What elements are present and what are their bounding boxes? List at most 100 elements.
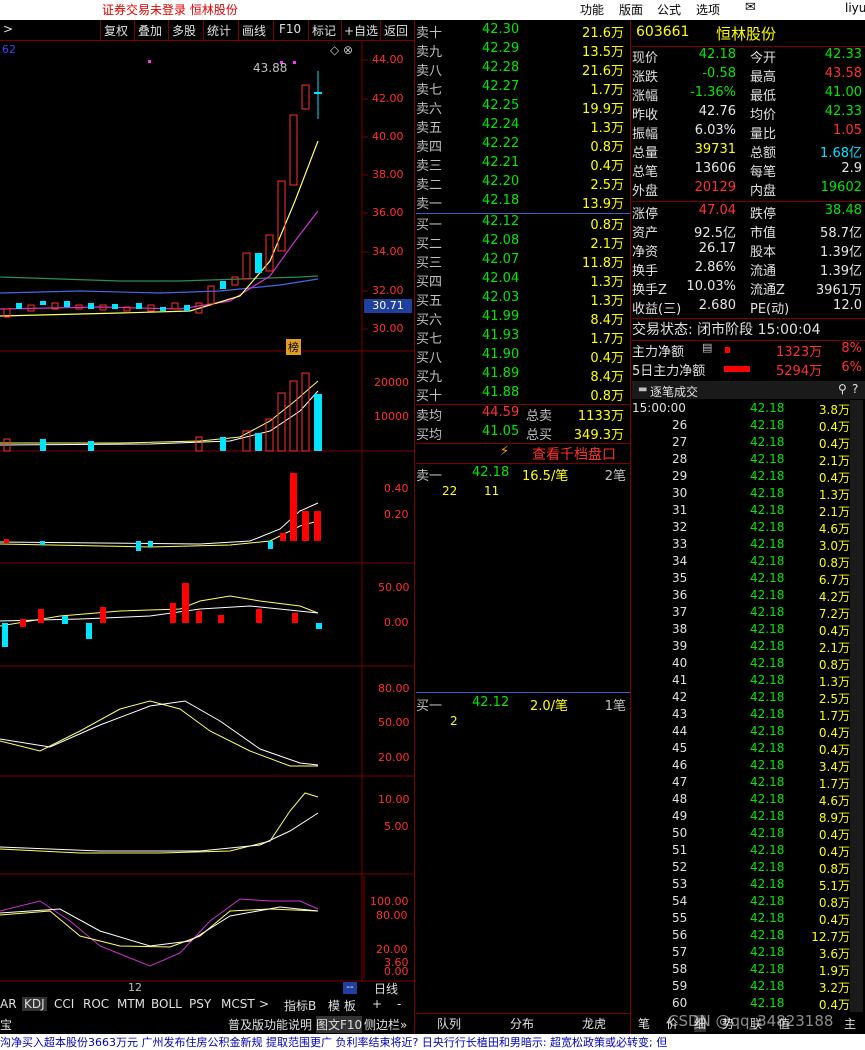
tab-distribution[interactable]: 分布 [510, 1015, 534, 1032]
quote-value: 3961万 [815, 283, 862, 298]
buy-row: 买三 42.07 11.8万 [416, 252, 624, 271]
tab-trades[interactable]: 笔 [638, 1015, 650, 1032]
toolbar-add-watchlist-button[interactable]: +自选 [344, 22, 378, 39]
tab-indicator-b[interactable]: 指标B [284, 997, 316, 1014]
period-daily-button[interactable]: 日线 [374, 980, 398, 997]
tab-kdj[interactable]: KDJ [22, 997, 47, 1011]
sell1-detail-row: 卖一 42.18 16.5/笔 2笔 [416, 465, 626, 484]
quote-value: 1.39亿 [820, 264, 862, 279]
menu-layout[interactable]: 版面 [619, 1, 643, 18]
tick-volume: 7.2万 [818, 607, 850, 621]
add-pane-button[interactable]: + [372, 997, 382, 1011]
tick-row: 36 42.18 4.2万 [632, 588, 864, 605]
quote-row: 净资 26.17 股本 1.39亿 [632, 241, 864, 260]
menu-formula[interactable]: 公式 [657, 1, 681, 18]
tick-row: 37 42.18 7.2万 [632, 605, 864, 622]
chart-area[interactable]: 62 ◇ ⊗ 43.88 44.00 42.00 40.00 38.00 36.… [0, 41, 414, 996]
tab-mcst[interactable]: MCST [221, 997, 255, 1011]
quote-label: 振幅 [632, 127, 659, 142]
ind1-axis-label: 0.40 [384, 482, 409, 495]
tick-row: 38 42.18 0.4万 [632, 622, 864, 639]
tab-psy[interactable]: PSY [189, 997, 211, 1011]
tick-volume: 3.2万 [818, 981, 850, 995]
toolbar-mark-button[interactable]: 标记 [312, 22, 336, 39]
user-name[interactable]: liyu [845, 1, 865, 15]
tick-row: 29 42.18 0.4万 [632, 469, 864, 486]
rank-badge[interactable]: 榜 [286, 339, 301, 355]
menu-function[interactable]: 功能 [580, 1, 604, 18]
quote-value: 43.58 [824, 66, 862, 81]
quote-label: 净资 [632, 245, 659, 260]
tab-mtm[interactable]: MTM [117, 997, 145, 1011]
buy-row: 买十 41.88 0.8万 [416, 385, 624, 404]
tick-volume: 2.1万 [818, 641, 850, 655]
tick-row: 58 42.18 1.9万 [632, 962, 864, 979]
toolbar-expand-button[interactable]: > [3, 22, 13, 36]
depth-orderbook-link[interactable]: 查看千档盘口 [532, 444, 616, 464]
collapse-button[interactable]: -- [343, 982, 357, 994]
status-tab-bao[interactable]: 宝 [0, 1016, 12, 1033]
sell-row: 卖十 42.30 21.6万 [416, 22, 624, 41]
sell-row: 卖九 42.29 13.5万 [416, 41, 624, 60]
status-tab-sidebar[interactable]: 侧边栏» [364, 1016, 407, 1033]
tick-row: 46 42.18 3.4万 [632, 758, 864, 775]
news-ticker-text[interactable]: 沟净买入超本股份3663万元 广州发布住房公积金新规 提取范围更广 负利率结束将… [0, 1036, 667, 1049]
tick-time: 55 [672, 911, 688, 925]
menu-options[interactable]: 选项 [696, 1, 720, 18]
tick-time: 53 [672, 877, 688, 891]
toolbar-fuquan-button[interactable]: 复权 [104, 22, 128, 39]
tab-cci[interactable]: CCI [54, 997, 74, 1011]
tick-price: 42.18 [750, 962, 785, 976]
quote-label: 收益(三) [632, 302, 682, 317]
quote-label: 昨收 [632, 108, 659, 123]
tick-price: 42.18 [750, 503, 785, 517]
toolbar-overlay-button[interactable]: 叠加 [138, 22, 162, 39]
filter-icon[interactable]: ⚲ [838, 382, 847, 396]
ind2-axis-label: 0.00 [384, 616, 409, 629]
tick-price: 42.18 [750, 724, 785, 738]
toolbar-multistock-button[interactable]: 多股 [172, 22, 196, 39]
quote-row: 现价 42.18 今开 42.33 [632, 47, 864, 66]
news-ticker[interactable]: 沟净买入超本股份3663万元 广州发布住房公积金新规 提取范围更广 负利率结束将… [0, 1034, 865, 1050]
toolbar-draw-button[interactable]: 画线 [242, 22, 266, 39]
quote-label: 总额 [750, 146, 777, 161]
tab-queue[interactable]: 队列 [437, 1015, 461, 1032]
status-tab-f10[interactable]: 图文F10 [316, 1016, 363, 1033]
tick-time: 35 [672, 571, 688, 585]
help-icon[interactable]: ? [852, 382, 858, 396]
collapse-icon[interactable]: ▬ [638, 384, 647, 395]
price-axis-label: 38.00 [372, 168, 404, 181]
tick-row: 53 42.18 5.1万 [632, 877, 864, 894]
mail-icon[interactable]: ✉ [745, 0, 756, 15]
tick-time: 36 [672, 588, 688, 602]
tab-roc[interactable]: ROC [83, 997, 109, 1011]
chart-mini-icon[interactable]: ▤ [702, 341, 712, 354]
tab-template[interactable]: 模 板 [328, 997, 356, 1014]
tick-row: 51 42.18 0.4万 [632, 843, 864, 860]
buy1-orders: 2 [450, 714, 458, 728]
tick-price: 42.18 [750, 537, 785, 551]
tab-main[interactable]: 主 [844, 1015, 856, 1032]
ind1-axis-label: 0.20 [384, 508, 409, 521]
tab-more-arrow[interactable]: > [259, 997, 269, 1011]
quote-value: 10.03% [686, 279, 736, 294]
status-tabs: 宝 普及版功能说明 图文F10 侧边栏» [0, 1015, 414, 1033]
tick-time: 52 [672, 860, 688, 874]
tick-price: 42.18 [750, 486, 785, 500]
sell-row: 卖二 42.20 2.5万 [416, 174, 624, 193]
tick-price: 42.18 [750, 775, 785, 789]
tab-dragon-tiger[interactable]: 龙虎 [582, 1015, 606, 1032]
toolbar-back-button[interactable]: 返回 [384, 22, 408, 39]
ticks-scrollbar[interactable] [850, 400, 863, 1012]
toolbar-f10-button[interactable]: F10 [279, 22, 301, 36]
tick-row: 33 42.18 3.0万 [632, 537, 864, 554]
tab-ar[interactable]: AR [0, 997, 17, 1011]
status-tab-help[interactable]: 普及版功能说明 [228, 1016, 312, 1033]
tick-price: 42.18 [750, 758, 785, 772]
tab-boll[interactable]: BOLL [151, 997, 182, 1011]
quote-value: 12.0 [833, 298, 862, 313]
quote-label: 最低 [750, 89, 777, 104]
remove-pane-button[interactable]: - [397, 997, 401, 1011]
toolbar-stats-button[interactable]: 统计 [207, 22, 231, 39]
quote-label: 总笔 [632, 165, 659, 180]
